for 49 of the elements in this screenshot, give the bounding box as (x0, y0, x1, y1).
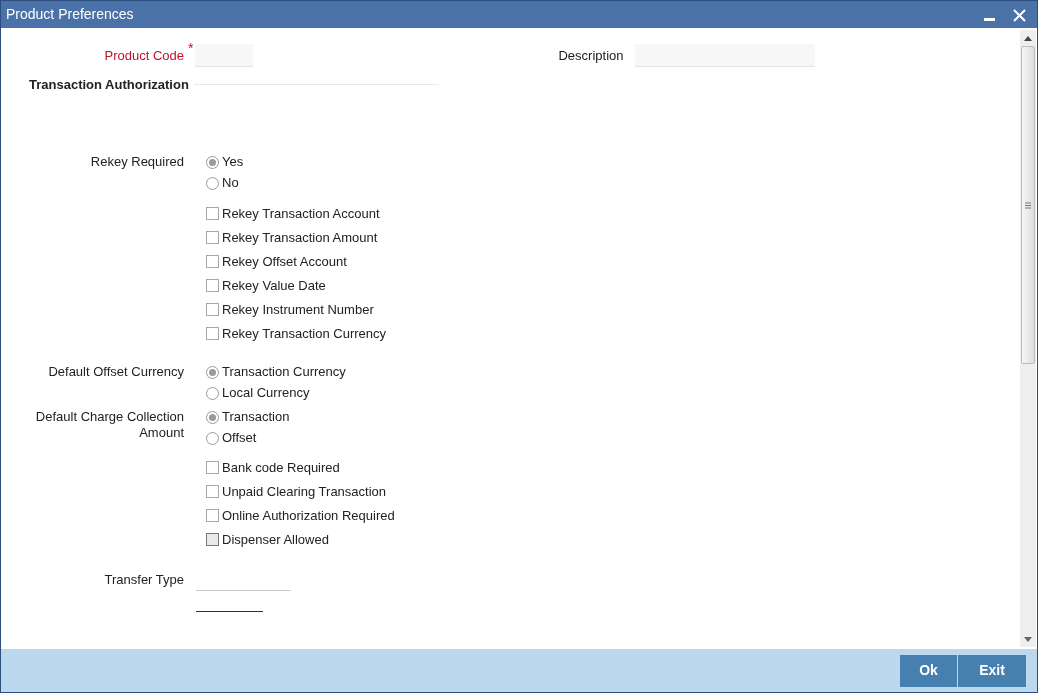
description-field[interactable] (635, 44, 816, 67)
radio-button[interactable] (206, 431, 219, 445)
field-label: Default Offset Currency (47, 362, 184, 381)
scrollbar[interactable] (1020, 30, 1036, 647)
product-code-field[interactable] (195, 44, 254, 67)
ok-button[interactable]: Ok (900, 654, 957, 687)
checkbox[interactable] (206, 533, 219, 546)
radio-option[interactable]: Transaction Currency (206, 361, 346, 383)
checkbox-option[interactable]: Dispenser Allowed (206, 527, 1020, 552)
radio-option[interactable]: Offset (206, 427, 290, 449)
radio-button[interactable] (206, 410, 219, 424)
checkbox-option[interactable]: Bank code Required (206, 455, 1020, 480)
field-label: Transfer Type (103, 570, 184, 589)
field-label: Description (558, 46, 624, 65)
checkbox[interactable] (206, 509, 219, 522)
exit-button[interactable]: Exit (958, 654, 1026, 687)
minimize-icon (983, 18, 995, 22)
field-label: Product Code (103, 46, 184, 65)
radio-button[interactable] (206, 155, 219, 169)
required-mark: * (188, 39, 194, 58)
checkbox[interactable] (206, 485, 219, 498)
checkbox[interactable] (206, 207, 219, 220)
radio-button[interactable] (206, 365, 219, 379)
radio-button[interactable] (206, 176, 219, 190)
window-title: Product Preferences (6, 5, 134, 24)
field-label: Rekey Required (89, 152, 184, 171)
checkbox[interactable] (206, 231, 219, 244)
field-label: Default Charge Collection Amount (34, 407, 184, 442)
checkbox[interactable] (206, 255, 219, 268)
checkbox-option[interactable]: Online Authorization Required (206, 503, 1020, 528)
radio-option[interactable]: Transaction (206, 406, 290, 428)
checkbox[interactable] (206, 327, 219, 340)
checkbox-option[interactable]: Rekey Value Date (206, 273, 1020, 298)
section-title: Transaction Authorization (29, 76, 189, 94)
checkbox[interactable] (206, 279, 219, 292)
checkbox[interactable] (206, 303, 219, 316)
close-icon (1013, 8, 1026, 22)
checkbox-option[interactable]: Rekey Transaction Account (206, 201, 1020, 226)
radio-option[interactable]: Local Currency (206, 382, 346, 404)
checkbox[interactable] (206, 461, 219, 474)
checkbox-option[interactable]: Unpaid Clearing Transaction (206, 479, 1020, 504)
checkbox-option[interactable]: Rekey Transaction Currency (206, 321, 1020, 346)
scroll-thumb[interactable] (1021, 46, 1035, 364)
radio-option[interactable]: No (206, 172, 244, 194)
radio-button[interactable] (206, 386, 219, 400)
checkbox-option[interactable]: Rekey Offset Account (206, 249, 1020, 274)
checkbox-option[interactable]: Rekey Transaction Amount (206, 225, 1020, 250)
radio-option[interactable]: Yes (206, 151, 244, 173)
checkbox-option[interactable]: Rekey Instrument Number (206, 297, 1020, 322)
